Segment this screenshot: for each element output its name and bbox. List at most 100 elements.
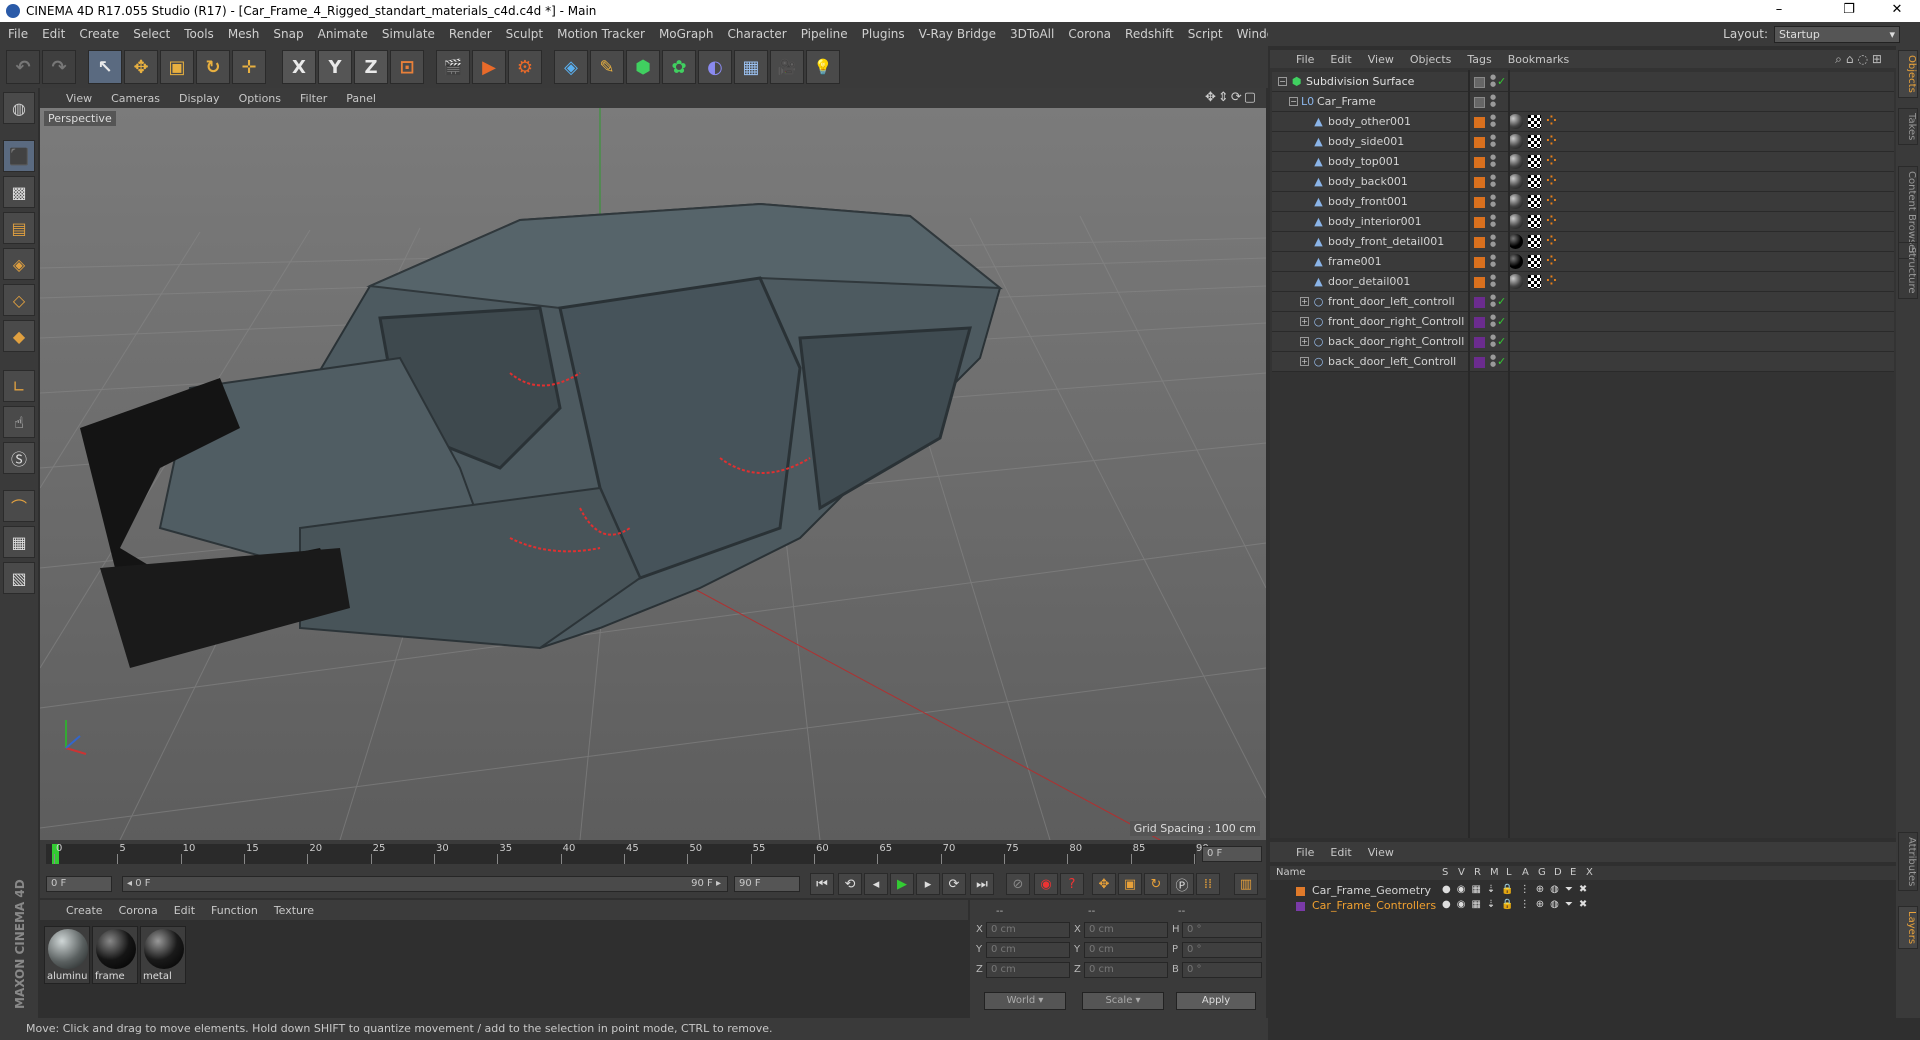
material-frame[interactable]: frame xyxy=(92,926,138,984)
enabled-check-icon[interactable]: ✓ xyxy=(1497,315,1506,328)
phong-tag-icon[interactable]: ⁘ xyxy=(1546,154,1557,169)
viewport-menu-view[interactable]: View xyxy=(66,92,92,105)
tab-structure[interactable]: Structure xyxy=(1898,242,1918,299)
menu-redshift[interactable]: Redshift xyxy=(1125,27,1174,41)
layer-color-swatch[interactable] xyxy=(1474,317,1485,328)
snap-icon[interactable]: Ⓢ xyxy=(3,442,35,474)
layer-name[interactable]: Car_Frame_Geometry xyxy=(1312,884,1431,897)
expand-toggle-icon[interactable]: + xyxy=(1300,357,1309,366)
z-axis-lock-button[interactable]: Z xyxy=(354,50,388,84)
expand-toggle-icon[interactable]: + xyxy=(1300,317,1309,326)
render-view-icon[interactable]: ▶ xyxy=(472,50,506,84)
undo-button[interactable]: ↶ xyxy=(6,50,40,84)
object-name[interactable]: body_interior001 xyxy=(1328,215,1422,228)
material-tag-icon[interactable] xyxy=(1508,114,1523,129)
visibility-dots-icon[interactable]: ● ● xyxy=(1490,114,1498,128)
floor-icon[interactable]: ▦ xyxy=(734,50,768,84)
object-menu-edit[interactable]: Edit xyxy=(1330,53,1351,66)
play-icon[interactable]: ▶ xyxy=(890,873,914,895)
object-row-back-door-left-controll[interactable]: + ○ back_door_left_Controll ● ● ✓ xyxy=(1272,352,1894,372)
object-row-body-front001[interactable]: ▲ body_front001 ● ● ⁘ xyxy=(1272,192,1894,212)
array-icon[interactable]: ✿ xyxy=(662,50,696,84)
material-tag-icon[interactable] xyxy=(1508,254,1523,269)
object-menu-view[interactable]: View xyxy=(1368,53,1394,66)
layer-color-swatch[interactable] xyxy=(1474,217,1485,228)
visibility-dots-icon[interactable]: ● ● xyxy=(1490,154,1498,168)
menu-script[interactable]: Script xyxy=(1188,27,1223,41)
material-tag-icon[interactable] xyxy=(1508,134,1523,149)
layer-color-swatch[interactable] xyxy=(1474,117,1485,128)
object-menu-bookmarks[interactable]: Bookmarks xyxy=(1508,53,1569,66)
position-field[interactable]: 0 cm xyxy=(986,962,1070,978)
object-name[interactable]: body_other001 xyxy=(1328,115,1411,128)
phong-tag-icon[interactable]: ⁘ xyxy=(1546,114,1557,129)
visibility-dots-icon[interactable]: ● ● xyxy=(1490,134,1498,148)
next-frame-icon[interactable]: ▸ xyxy=(916,873,940,895)
visibility-dots-icon[interactable]: ● ● xyxy=(1490,214,1498,228)
end-frame-field[interactable]: 90 F xyxy=(734,876,800,892)
rotation-field[interactable]: 0 ° xyxy=(1182,922,1262,938)
object-name[interactable]: Subdivision Surface xyxy=(1306,75,1414,88)
object-row-back-door-right-controll[interactable]: + ○ back_door_right_Controll ● ● ✓ xyxy=(1272,332,1894,352)
next-key-icon[interactable]: ⟳ xyxy=(942,873,966,895)
layer-color-swatch[interactable] xyxy=(1474,297,1485,308)
previous-frame-icon[interactable]: ◂ xyxy=(864,873,888,895)
material-menu-function[interactable]: Function xyxy=(211,904,258,917)
size-field[interactable]: 0 cm xyxy=(1084,922,1168,938)
object-name[interactable]: back_door_right_Controll xyxy=(1328,335,1464,348)
redo-button[interactable]: ↷ xyxy=(42,50,76,84)
enabled-check-icon[interactable]: ✓ xyxy=(1497,75,1506,88)
menu-animate[interactable]: Animate xyxy=(318,27,368,41)
menu-snap[interactable]: Snap xyxy=(273,27,303,41)
make-editable-icon[interactable]: ◍ xyxy=(3,92,35,124)
y-axis-lock-button[interactable]: Y xyxy=(318,50,352,84)
uvw-tag-icon[interactable] xyxy=(1528,155,1541,168)
key-pla-icon[interactable]: ⁞⁞ xyxy=(1196,873,1220,895)
key-rotation-icon[interactable]: ↻ xyxy=(1144,873,1168,895)
column-divider[interactable] xyxy=(1508,70,1510,838)
object-name[interactable]: body_front_detail001 xyxy=(1328,235,1444,248)
size-field[interactable]: 0 cm xyxy=(1084,942,1168,958)
menu-pipeline[interactable]: Pipeline xyxy=(801,27,848,41)
polygons-mode-icon[interactable]: ◆ xyxy=(3,320,35,352)
layer-color-swatch[interactable] xyxy=(1474,337,1485,348)
object-row-door-detail001[interactable]: ▲ door_detail001 ● ● ⁘ xyxy=(1272,272,1894,292)
viewport-menu-display[interactable]: Display xyxy=(179,92,220,105)
tab-objects[interactable]: Objects xyxy=(1898,50,1918,98)
phong-tag-icon[interactable]: ⁘ xyxy=(1546,274,1557,289)
uvw-tag-icon[interactable] xyxy=(1528,275,1541,288)
edges-mode-icon[interactable]: ◇ xyxy=(3,284,35,316)
rotate-tool-icon[interactable]: ↻ xyxy=(196,50,230,84)
layer-column-s[interactable]: S xyxy=(1442,867,1448,878)
object-name[interactable]: back_door_left_Controll xyxy=(1328,355,1456,368)
phong-tag-icon[interactable]: ⁘ xyxy=(1546,194,1557,209)
points-mode-icon[interactable]: ◈ xyxy=(3,248,35,280)
layer-row-car-frame-geometry[interactable]: Car_Frame_Geometry ●◉▦⇣🔒⋮⊕◍⏷✖ xyxy=(1270,884,1896,899)
move-tool-icon[interactable]: ✥ xyxy=(124,50,158,84)
object-manager-search-icons[interactable]: ⌕⌂◌⊞ xyxy=(1835,52,1886,67)
layer-column-g[interactable]: G xyxy=(1538,867,1546,878)
uvw-tag-icon[interactable] xyxy=(1528,195,1541,208)
object-row-frame001[interactable]: ▲ frame001 ● ● ⁘ xyxy=(1272,252,1894,272)
tab-attributes[interactable]: Attributes xyxy=(1898,832,1918,892)
key-position-icon[interactable]: ✥ xyxy=(1092,873,1116,895)
layer-row-car-frame-controllers[interactable]: Car_Frame_Controllers ●◉▦⇣🔒⋮⊕◍⏷✖ xyxy=(1270,899,1896,914)
workplane-lock-icon[interactable]: ▦ xyxy=(3,526,35,558)
menu-mograph[interactable]: MoGraph xyxy=(659,27,714,41)
material-tag-icon[interactable] xyxy=(1508,214,1523,229)
material-tag-icon[interactable] xyxy=(1508,174,1523,189)
object-row-body-side001[interactable]: ▲ body_side001 ● ● ⁘ xyxy=(1272,132,1894,152)
expand-toggle-icon[interactable]: + xyxy=(1300,297,1309,306)
layer-column-x[interactable]: X xyxy=(1586,867,1593,878)
object-name[interactable]: frame001 xyxy=(1328,255,1382,268)
layout-select[interactable]: Startup ▾ xyxy=(1774,25,1900,43)
object-row-body-top001[interactable]: ▲ body_top001 ● ● ⁘ xyxy=(1272,152,1894,172)
layer-color-swatch[interactable] xyxy=(1474,277,1485,288)
object-name[interactable]: body_back001 xyxy=(1328,175,1408,188)
visibility-dots-icon[interactable]: ● ● xyxy=(1490,194,1498,208)
menu-edit[interactable]: Edit xyxy=(42,27,65,41)
layer-color-swatch[interactable] xyxy=(1474,237,1485,248)
object-row-body-back001[interactable]: ▲ body_back001 ● ● ⁘ xyxy=(1272,172,1894,192)
material-tag-icon[interactable] xyxy=(1508,154,1523,169)
material-tag-icon[interactable] xyxy=(1508,194,1523,209)
